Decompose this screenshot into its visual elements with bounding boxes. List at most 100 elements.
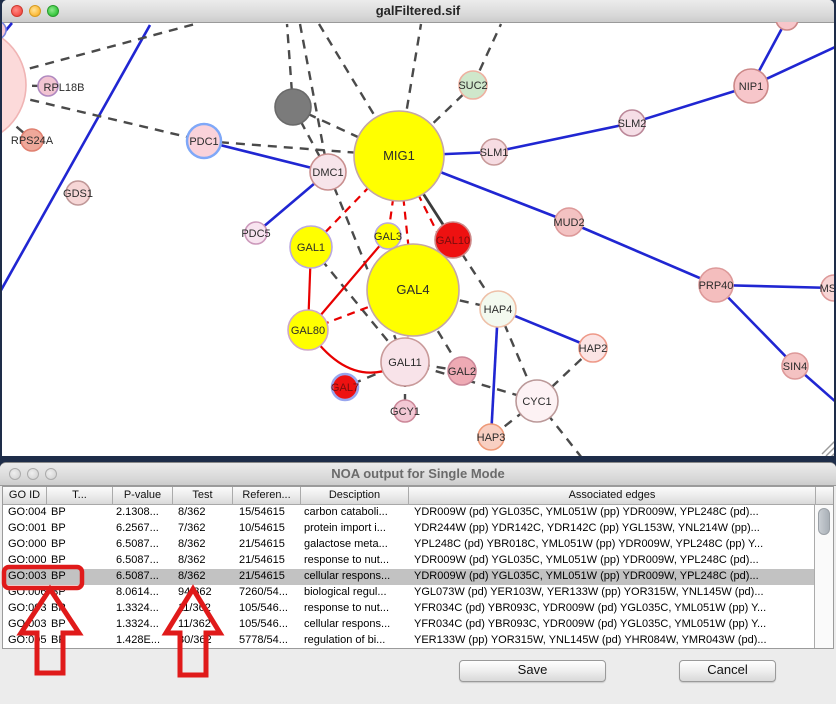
table-row[interactable]: GO:0065...BP8.0614...94/3627260/54...bio…	[3, 585, 814, 601]
column-header-desciption[interactable]: Desciption	[301, 487, 409, 505]
resize-grip-icon[interactable]	[830, 452, 834, 456]
edge-blue	[2, 25, 150, 292]
table-cell: BP	[47, 617, 113, 633]
node-label: PDC5	[241, 228, 270, 240]
table-cell: BP	[47, 521, 113, 537]
table-cell: 6.5087...	[113, 553, 173, 569]
table-cell: GO:0065...	[3, 585, 47, 601]
node-bigpink[interactable]	[2, 27, 26, 143]
node-label: HAP3	[477, 432, 506, 444]
table-cell: GO:0050...	[3, 633, 47, 648]
table-cell: GO:0016...	[3, 521, 47, 537]
table-cell: BP	[47, 585, 113, 601]
table-cell: GO:0045...	[3, 505, 47, 521]
edge-blue	[204, 141, 328, 172]
edge-dash	[2, 24, 195, 85]
table-row[interactable]: GO:0031...BP1.3324...11/362105/546...res…	[3, 601, 814, 617]
node-label: SUC2	[458, 80, 487, 92]
table-cell: cellular respons...	[301, 617, 409, 633]
node-label: GAL4	[396, 282, 429, 297]
node-label: MIG1	[383, 148, 415, 163]
table-cell: 1.428E...	[113, 633, 173, 648]
table-cell: BP	[47, 601, 113, 617]
table-row[interactable]: GO:0006...BP6.5087...8/36221/54615galact…	[3, 537, 814, 553]
edge-blue	[569, 222, 716, 285]
column-header-test[interactable]: Test	[173, 487, 233, 505]
column-header-p-value[interactable]: P-value	[113, 487, 173, 505]
node-label: RPL18B	[44, 82, 85, 94]
table-cell: 105/546...	[233, 617, 301, 633]
vertical-scrollbar[interactable]	[814, 505, 833, 648]
column-header-t[interactable]: T...	[47, 487, 113, 505]
table-cell: 11/362	[173, 617, 233, 633]
table-cell: YDR009W (pd) YGL035C, YML051W (pp) YDR00…	[409, 553, 814, 569]
table-row[interactable]: GO:0045...BP2.1308...8/36215/54615carbon…	[3, 505, 814, 521]
go-results-table: GO IDT...P-valueTestReferen...Desciption…	[2, 486, 834, 649]
node-label: SLM2	[618, 118, 647, 130]
table-cell: BP	[47, 537, 113, 553]
table-row[interactable]: GO:0050...BP1.428E...80/3625778/54...reg…	[3, 633, 814, 648]
table-cell: 8.0614...	[113, 585, 173, 601]
table-cell: YER133W (pp) YOR315W, YNL145W (pd) YHR08…	[409, 633, 814, 648]
table-cell: carbon cataboli...	[301, 505, 409, 521]
node-label: CYC1	[522, 396, 551, 408]
edge-blue	[632, 86, 751, 123]
table-cell: 1.3324...	[113, 601, 173, 617]
column-header-go-id[interactable]: GO ID	[3, 487, 47, 505]
table-cell: YFR034C (pd) YBR093C, YDR009W (pd) YGL03…	[409, 601, 814, 617]
table-cell: GO:0006...	[3, 537, 47, 553]
table-cell: protein import i...	[301, 521, 409, 537]
table-cell: response to nut...	[301, 553, 409, 569]
table-cell: cellular respons...	[301, 569, 409, 585]
node-label: PDC1	[189, 136, 218, 148]
node-pink_frag2[interactable]	[2, 22, 6, 39]
table-cell: YDR244W (pp) YDR142C, YDR142C (pp) YGL15…	[409, 521, 814, 537]
table-row[interactable]: GO:0007...BP6.5087...8/36221/54615respon…	[3, 553, 814, 569]
table-cell: biological regul...	[301, 585, 409, 601]
table-cell: 21/54615	[233, 553, 301, 569]
node-pink_frag[interactable]	[776, 22, 798, 30]
table-cell: response to nut...	[301, 601, 409, 617]
cancel-button[interactable]: Cancel	[679, 660, 776, 682]
resize-grip-icon[interactable]	[822, 440, 834, 454]
table-row[interactable]: GO:0016...BP6.2567...7/36210/54615protei…	[3, 521, 814, 537]
network-titlebar[interactable]: galFiltered.sif	[2, 0, 834, 23]
column-header-associated-edges[interactable]: Associated edges	[409, 487, 816, 505]
table-cell: GO:0007...	[3, 553, 47, 569]
table-cell: 11/362	[173, 601, 233, 617]
node-label: GAL11	[388, 357, 421, 369]
table-cell: YDR009W (pd) YGL035C, YML051W (pp) YDR00…	[409, 505, 814, 521]
table-cell: 15/54615	[233, 505, 301, 521]
table-cell: 6.5087...	[113, 569, 173, 585]
table-body: GO:0045...BP2.1308...8/36215/54615carbon…	[3, 505, 814, 648]
column-header-filler	[816, 487, 835, 505]
table-cell: 7260/54...	[233, 585, 301, 601]
table-cell: GO:0031...	[3, 617, 47, 633]
table-cell: 7/362	[173, 521, 233, 537]
table-cell: GO:0031...	[3, 569, 47, 585]
node-label: GAL2	[448, 366, 476, 378]
scrollbar-thumb[interactable]	[818, 508, 830, 535]
node-label: GAL80	[291, 325, 325, 337]
table-row[interactable]: GO:0031...BP1.3324...11/362105/546...cel…	[3, 617, 814, 633]
node-label: MUD2	[553, 217, 584, 229]
table-cell: 2.1308...	[113, 505, 173, 521]
node-label: SLM1	[480, 147, 509, 159]
node-label: SIN4	[783, 361, 807, 373]
table-cell: 8/362	[173, 569, 233, 585]
table-cell: BP	[47, 505, 113, 521]
table-cell: YDR009W (pd) YGL035C, YML051W (pp) YDR00…	[409, 569, 814, 585]
table-row[interactable]: GO:0031...BP6.5087...8/36221/54615cellul…	[3, 569, 814, 585]
node-label: RPS24A	[11, 135, 54, 147]
table-cell: BP	[47, 553, 113, 569]
table-cell: 6.5087...	[113, 537, 173, 553]
save-button[interactable]: Save	[459, 660, 606, 682]
network-window-title: galFiltered.sif	[2, 3, 834, 18]
edge-blue	[491, 309, 498, 437]
node-gray1[interactable]	[275, 89, 311, 125]
noa-titlebar[interactable]: NOA output for Single Mode	[0, 463, 836, 486]
column-header-referen[interactable]: Referen...	[233, 487, 301, 505]
network-canvas[interactable]: RPL18BRPS24AGDS1PDC1DMC1MIG1SUC2SLM1SLM2…	[2, 22, 834, 456]
node-label: GAL10	[436, 235, 470, 247]
node-label: GCY1	[390, 406, 420, 418]
